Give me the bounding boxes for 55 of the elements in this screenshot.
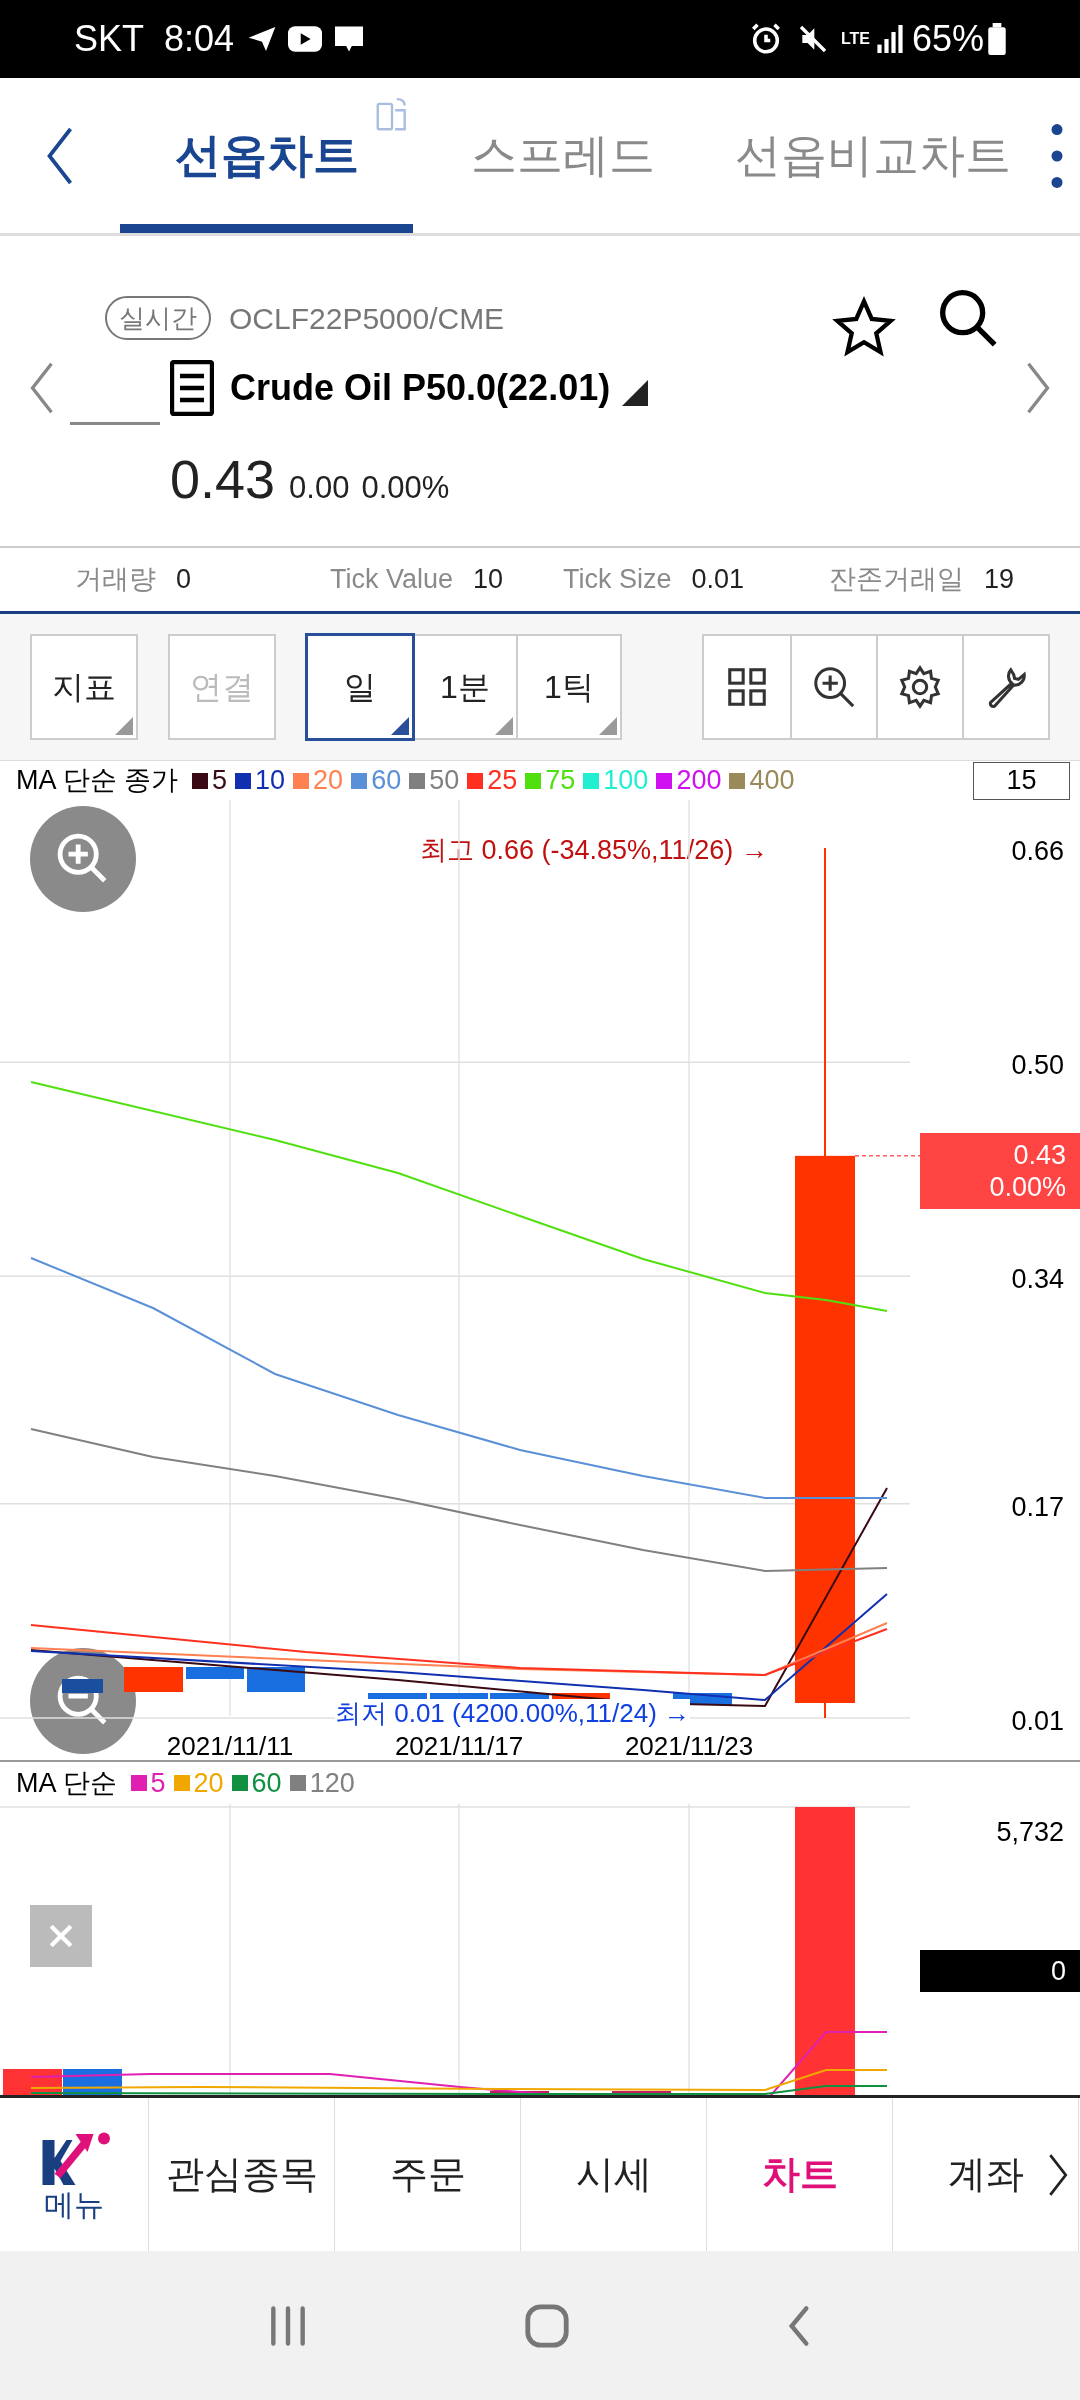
axis-label: 2021/11/17 <box>393 1732 525 1760</box>
legend-label: 5 <box>212 764 228 798</box>
axis-label: 0.66 <box>1011 835 1064 868</box>
realtime-badge: 실시간 <box>105 296 211 340</box>
stat-label: Tick Size <box>563 563 672 597</box>
stat-label: 잔존거래일 <box>829 563 964 597</box>
clock-text: 8:04 <box>164 17 235 61</box>
change-percent-text: 0.00% <box>361 469 450 507</box>
legend-label: 60 <box>251 1766 282 1800</box>
stat-value: 0.01 <box>691 563 745 597</box>
stat-value: 0 <box>176 563 192 597</box>
axis-label: 0.50 <box>1011 1049 1064 1083</box>
instrument-name[interactable]: Crude Oil P50.0(22.01) <box>230 361 611 415</box>
legend-label: 5 <box>150 1766 166 1800</box>
axis-label: 2021/11/23 <box>623 1732 755 1760</box>
axis-label: 2021/11/11 <box>165 1732 295 1760</box>
legend-label: 75 <box>545 764 576 798</box>
stat-value: 19 <box>984 563 1015 597</box>
legend-label: 400 <box>749 764 795 798</box>
legend-label: 60 <box>371 764 402 798</box>
axis-label: 0.17 <box>1011 1490 1064 1524</box>
toolbar-button[interactable]: 1틱 <box>516 636 620 738</box>
legend-title: MA 단순 종가 <box>16 764 178 798</box>
period-field[interactable]: 15 <box>973 761 1070 800</box>
axis-label: 5,732 <box>996 1816 1064 1849</box>
legend-label: 20 <box>313 764 344 798</box>
stat-value: 10 <box>473 563 504 597</box>
change-text: 0.00 <box>289 469 350 507</box>
carrier-text: SKT <box>74 17 144 61</box>
axis-label: 0.01 <box>1011 1705 1064 1738</box>
toolbar-button[interactable]: 일 <box>308 636 412 738</box>
current-volume-box: 0 <box>920 1950 1080 1992</box>
stat-label: 거래량 <box>75 563 156 597</box>
tab[interactable]: 선옵차트 <box>120 78 413 233</box>
axis-label: 0.34 <box>1011 1263 1064 1297</box>
low-price-note: 최저 0.01 (4200.00%,11/24) → <box>335 1699 691 1727</box>
menu-button[interactable]: 메뉴 <box>0 2098 149 2251</box>
toolbar-button[interactable]: 지표 <box>32 636 136 738</box>
instrument-code: OCLF22P5000/CME <box>229 300 505 337</box>
legend-label: 200 <box>676 764 722 798</box>
price-text: 0.43 <box>170 448 276 511</box>
legend-title: MA 단순 <box>16 1766 117 1800</box>
legend-label: 10 <box>255 764 286 798</box>
stat-label: Tick Value <box>330 563 454 597</box>
current-change-text: 0.00% <box>989 1171 1066 1203</box>
current-price-text: 0.43 <box>1013 1139 1066 1171</box>
high-price-note: 최고 0.66 (-34.85%,11/26) → <box>420 834 768 867</box>
battery-text: 65% <box>911 17 984 61</box>
legend-label: 120 <box>309 1766 355 1800</box>
network-text: LTE <box>840 31 870 47</box>
legend-label: 100 <box>603 764 649 798</box>
legend-label: 25 <box>487 764 518 798</box>
legend-label: 50 <box>429 764 460 798</box>
toolbar-button[interactable]: 1분 <box>412 636 516 738</box>
legend-label: 20 <box>193 1766 224 1800</box>
